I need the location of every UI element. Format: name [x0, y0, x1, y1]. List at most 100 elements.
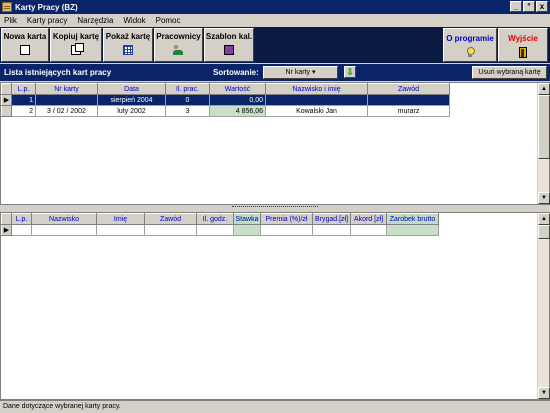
col-zarobek[interactable]: Zarobek brutto [386, 213, 439, 225]
row-selector[interactable] [1, 105, 12, 117]
menu-widok[interactable]: Widok [118, 16, 150, 25]
cell-data[interactable]: sierpień 2004 [97, 94, 166, 106]
row-pointer-icon[interactable]: ▶ [1, 224, 12, 236]
col-zawod[interactable]: Zawód [367, 83, 450, 95]
menu-plik[interactable]: Plik [0, 16, 22, 25]
app-icon [2, 2, 12, 12]
col-data[interactable]: Data [97, 83, 166, 95]
col-imie[interactable]: Imię [96, 213, 145, 225]
cards-table: L.p. Nr karty Data Il. prac. Wartość Naz… [1, 83, 450, 117]
cell-premia[interactable] [260, 224, 313, 236]
cards-scrollbar[interactable]: ▲ ▼ [537, 83, 550, 204]
door-icon [519, 47, 527, 58]
row-pointer-icon[interactable]: ▶ [1, 94, 12, 106]
menu-narzedzia[interactable]: Narzędzia [72, 16, 118, 25]
close-button[interactable]: x [536, 1, 548, 12]
col-nr-karty[interactable]: Nr karty [35, 83, 98, 95]
col-nazwisko[interactable]: Nazwisko i imię [265, 83, 368, 95]
table-row[interactable]: 2 3 / 02 / 2002 luty 2002 3 4 856,06 Kow… [1, 105, 450, 117]
cell-nazwisko[interactable] [31, 224, 97, 236]
sort-dropdown[interactable]: Nr karty ▾ [263, 66, 338, 79]
cell-stawka[interactable] [233, 224, 261, 236]
sort-direction-button[interactable]: ⇩ [344, 66, 356, 78]
window-title: Karty Pracy (BZ) [15, 2, 78, 12]
minimize-button[interactable]: _ [510, 1, 522, 12]
calendar-grid-icon [123, 45, 133, 55]
cell-zarobek[interactable] [386, 224, 439, 236]
new-card-label: Nowa karta [3, 32, 47, 41]
cell-il[interactable]: 3 [165, 105, 210, 117]
new-document-icon [20, 45, 30, 55]
menu-karty-pracy[interactable]: Karty pracy [22, 16, 72, 25]
template-label: Szablon kal. [205, 32, 253, 41]
cell-zawod[interactable]: murarz [367, 105, 450, 117]
cell-akord[interactable] [350, 224, 387, 236]
row-selector-header [1, 83, 12, 95]
table-row[interactable]: ▶ 1 sierpień 2004 0 0,00 [1, 94, 450, 106]
scroll-down-icon[interactable]: ▼ [538, 192, 550, 204]
cell-lp[interactable]: 1 [11, 94, 36, 106]
col-lp[interactable]: L.p. [11, 83, 36, 95]
copy-card-button[interactable]: Kopiuj kartę [50, 28, 102, 62]
cell-brygad[interactable] [312, 224, 351, 236]
cell-nazwisko[interactable]: Kowalski Jan [265, 105, 368, 117]
cell-wartosc[interactable]: 4 856,06 [209, 105, 266, 117]
col-nazwisko[interactable]: Nazwisko [31, 213, 97, 225]
sort-value: Nr karty [285, 69, 311, 76]
col-il-godz[interactable]: Il. godz. [196, 213, 234, 225]
restore-button[interactable]: ° [523, 1, 535, 12]
cell-lp[interactable]: 2 [11, 105, 36, 117]
cell-nr[interactable]: 3 / 02 / 2002 [35, 105, 98, 117]
table-row[interactable]: ▶ [1, 224, 439, 236]
details-grid: L.p. Nazwisko Imię Zawód Il. godz. Stawk… [0, 212, 550, 400]
details-scrollbar[interactable]: ▲ ▼ [537, 213, 550, 399]
scroll-up-icon[interactable]: ▲ [538, 213, 550, 225]
template-button[interactable]: Szablon kal. [204, 28, 254, 62]
col-zawod[interactable]: Zawód [144, 213, 197, 225]
cards-grid: L.p. Nr karty Data Il. prac. Wartość Naz… [0, 82, 550, 205]
splitter-grip-icon[interactable] [232, 206, 318, 209]
scroll-up-icon[interactable]: ▲ [538, 83, 550, 95]
cell-zawod[interactable] [367, 94, 450, 106]
col-wartosc[interactable]: Wartość [209, 83, 266, 95]
status-bar: Dane dotyczące wybranej karty pracy. [0, 400, 550, 413]
list-header-bar: Lista istniejących kart pracy Sortowanie… [0, 64, 550, 81]
scroll-down-icon[interactable]: ▼ [538, 387, 550, 399]
show-card-label: Pokaż kartę [105, 32, 151, 41]
employees-label: Pracownicy [156, 32, 201, 41]
col-il-prac[interactable]: Il. prac. [165, 83, 210, 95]
panel-splitter[interactable] [0, 205, 550, 211]
cell-lp[interactable] [11, 224, 32, 236]
people-icon [172, 45, 185, 55]
exit-button[interactable]: Wyjście [498, 28, 548, 62]
employees-button[interactable]: Pracownicy [154, 28, 203, 62]
col-brygad[interactable]: Brygad.[zł] [312, 213, 351, 225]
cell-zawod[interactable] [144, 224, 197, 236]
scroll-thumb[interactable] [538, 95, 550, 159]
col-akord[interactable]: Akord [zł] [350, 213, 387, 225]
cell-nazwisko[interactable] [265, 94, 368, 106]
exit-label: Wyjście [508, 34, 538, 43]
copy-card-label: Kopiuj kartę [52, 32, 100, 41]
about-label: O programie [446, 34, 494, 43]
col-lp[interactable]: L.p. [11, 213, 32, 225]
menu-pomoc[interactable]: Pomoc [151, 16, 186, 25]
new-card-button[interactable]: Nowa karta [1, 28, 49, 62]
delete-card-button[interactable]: Usuń wybraną kartę [472, 66, 547, 79]
cell-il-godz[interactable] [196, 224, 234, 236]
show-card-button[interactable]: Pokaż kartę [103, 28, 153, 62]
col-stawka[interactable]: Stawka [233, 213, 261, 225]
details-table: L.p. Nazwisko Imię Zawód Il. godz. Stawk… [1, 213, 439, 236]
chevron-down-icon: ▾ [311, 69, 316, 76]
list-title: Lista istniejących kart pracy [4, 68, 112, 77]
cell-data[interactable]: luty 2002 [97, 105, 166, 117]
cell-il[interactable]: 0 [165, 94, 210, 106]
cell-nr[interactable] [35, 94, 98, 106]
col-premia[interactable]: Premia (%)/zł [260, 213, 313, 225]
about-button[interactable]: O programie [443, 28, 497, 62]
menu-bar: Plik Karty pracy Narzędzia Widok Pomoc [0, 14, 550, 26]
scroll-thumb[interactable] [538, 225, 550, 239]
main-window: Karty Pracy (BZ) _ ° x Plik Karty pracy … [0, 0, 550, 413]
cell-imie[interactable] [96, 224, 145, 236]
cell-wartosc[interactable]: 0,00 [209, 94, 266, 106]
